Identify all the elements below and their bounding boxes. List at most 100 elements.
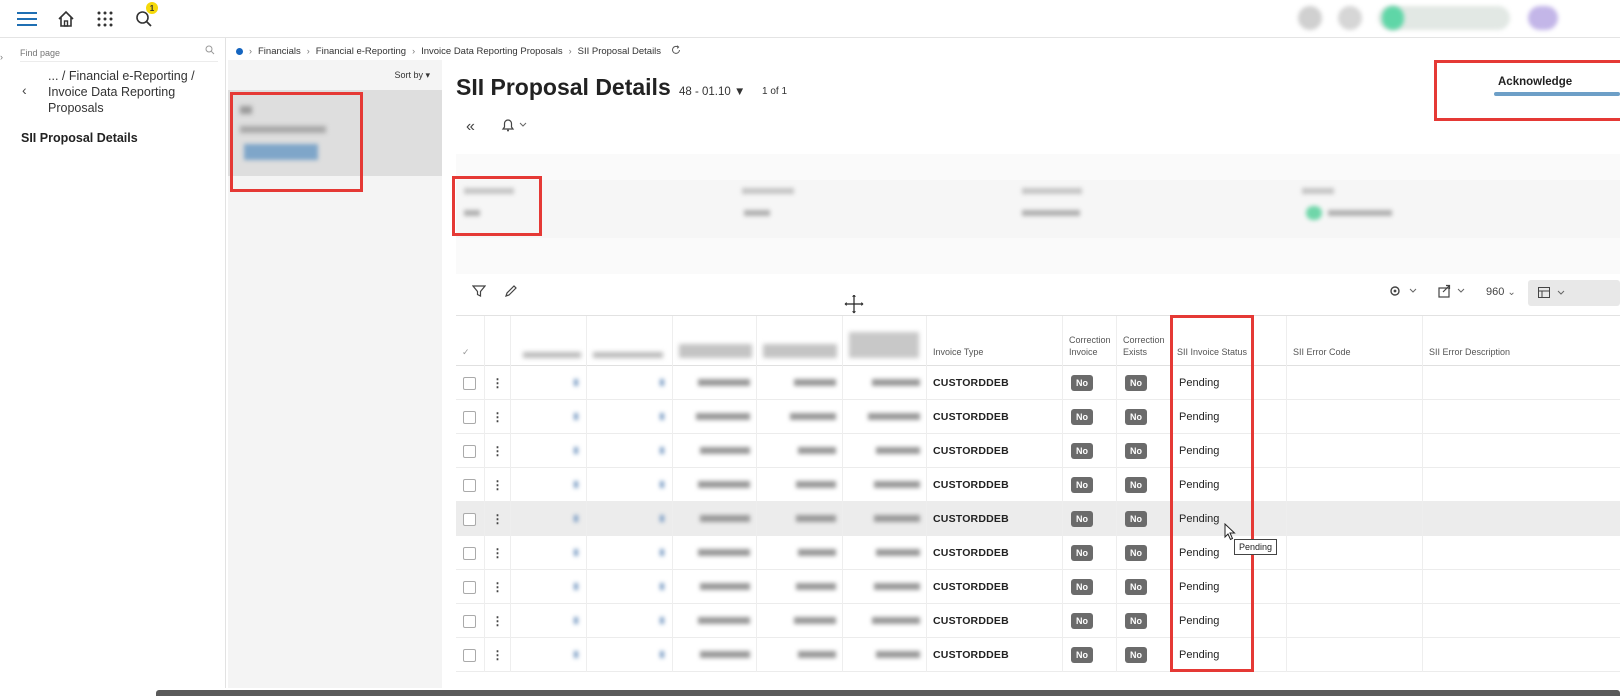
user-avatar[interactable]: [1528, 6, 1558, 30]
collapse-panel-icon[interactable]: «: [466, 118, 475, 136]
apps-grid-icon[interactable]: [94, 8, 116, 30]
page-title: SII Proposal Details: [456, 74, 671, 100]
invoice-type-value: CUSTORDDEB: [933, 411, 1009, 423]
table-row[interactable]: ⋮ CUSTORDDEB No No Pending: [456, 434, 1620, 468]
breadcrumb-invoice-data-reporting[interactable]: Invoice Data Reporting Proposals: [421, 46, 563, 57]
copy-icon[interactable]: [1338, 6, 1362, 30]
row-checkbox[interactable]: [463, 512, 476, 526]
row-actions-cell: ⋮: [484, 502, 510, 536]
invoice-type-value: CUSTORDDEB: [933, 445, 1009, 457]
blurred-cell: [510, 536, 586, 570]
correction-invoice-cell: No: [1062, 638, 1116, 672]
filter-icon[interactable]: [471, 284, 487, 301]
row-checkbox[interactable]: [463, 614, 476, 628]
table-row[interactable]: ⋮ CUSTORDDEB No No Pending: [456, 468, 1620, 502]
row-menu-icon[interactable]: ⋮: [485, 648, 510, 662]
edit-icon[interactable]: [504, 284, 518, 301]
table-row[interactable]: ⋮ CUSTORDDEB No No Pending: [456, 502, 1620, 536]
row-checkbox-cell: [456, 434, 484, 468]
correction-exists-badge: No: [1125, 613, 1147, 629]
correction-exists-badge: No: [1125, 409, 1147, 425]
row-checkbox-cell: [456, 604, 484, 638]
select-all-checkbox[interactable]: ✓: [456, 316, 484, 366]
column-header-sii-error-code[interactable]: SII Error Code: [1286, 316, 1422, 366]
blurred-cell: [756, 570, 842, 604]
search-icon[interactable]: [205, 45, 215, 58]
user-action-icon[interactable]: [1298, 6, 1322, 30]
table-row[interactable]: ⋮ CUSTORDDEB No No Pending: [456, 638, 1620, 672]
table-row[interactable]: ⋮ CUSTORDDEB No No Pending: [456, 570, 1620, 604]
blurred-column-header[interactable]: [586, 316, 672, 366]
page-size-selector[interactable]: 960 ⌄: [1486, 286, 1516, 298]
breadcrumb: › Financials › Financial e-Reporting › I…: [236, 44, 681, 58]
correction-exists-badge: No: [1125, 375, 1147, 391]
correction-exists-cell: No: [1116, 570, 1170, 604]
record-selector[interactable]: 48 - 01.10 ▼: [679, 86, 745, 98]
sii-error-code-cell: [1286, 400, 1422, 434]
menu-icon[interactable]: [16, 8, 38, 30]
chevron-down-icon: ⌄: [1507, 287, 1516, 298]
field-value: [744, 210, 770, 216]
sii-error-code-cell: [1286, 604, 1422, 638]
row-checkbox[interactable]: [463, 478, 476, 492]
row-menu-icon[interactable]: ⋮: [485, 512, 510, 526]
invoice-type-value: CUSTORDDEB: [933, 649, 1009, 661]
breadcrumb-financials[interactable]: Financials: [258, 46, 301, 57]
table-row[interactable]: ⋮ CUSTORDDEB No No Pending: [456, 604, 1620, 638]
row-menu-icon[interactable]: ⋮: [485, 376, 510, 390]
row-checkbox-cell: [456, 638, 484, 672]
notification-bell-icon[interactable]: [500, 118, 530, 135]
horizontal-scrollbar[interactable]: [156, 690, 1620, 696]
row-checkbox[interactable]: [463, 444, 476, 458]
sort-by-dropdown[interactable]: Sort by ▾: [394, 70, 430, 81]
row-checkbox-cell: [456, 536, 484, 570]
row-menu-icon[interactable]: ⋮: [485, 614, 510, 628]
table-view-button[interactable]: [1528, 280, 1620, 306]
invoice-table: ✓ Invoice Type Correction Invoice Correc…: [456, 315, 1620, 672]
blurred-cell: [842, 400, 926, 434]
blurred-column-header[interactable]: [756, 316, 842, 366]
nav-current-page[interactable]: SII Proposal Details: [21, 131, 138, 145]
blurred-cell: [672, 502, 756, 536]
blurred-column-header[interactable]: [510, 316, 586, 366]
row-menu-icon[interactable]: ⋮: [485, 444, 510, 458]
back-icon[interactable]: ‹: [22, 82, 27, 98]
row-checkbox[interactable]: [463, 580, 476, 594]
row-menu-icon[interactable]: ⋮: [485, 580, 510, 594]
blurred-column-header[interactable]: [672, 316, 756, 366]
blurred-column-header[interactable]: [842, 316, 926, 366]
breadcrumb-financial-e-reporting[interactable]: Financial e-Reporting: [316, 46, 406, 57]
chevron-right-icon[interactable]: ›: [0, 52, 3, 62]
export-icon[interactable]: [1438, 284, 1468, 301]
column-header-correction-exists[interactable]: Correction Exists: [1116, 316, 1170, 366]
correction-invoice-cell: No: [1062, 604, 1116, 638]
navigation-path[interactable]: ... / Financial e-Reporting / Invoice Da…: [48, 68, 218, 116]
blurred-cell: [672, 604, 756, 638]
column-header-correction-invoice[interactable]: Correction Invoice: [1062, 316, 1116, 366]
invoice-type-cell: CUSTORDDEB: [926, 434, 1062, 468]
invoice-type-value: CUSTORDDEB: [933, 513, 1009, 525]
blurred-cell: [756, 366, 842, 400]
row-checkbox[interactable]: [463, 648, 476, 662]
column-header-invoice-type[interactable]: Invoice Type: [926, 316, 1062, 366]
table-row[interactable]: ⋮ CUSTORDDEB No No Pending: [456, 366, 1620, 400]
blurred-cell: [842, 468, 926, 502]
row-checkbox[interactable]: [463, 546, 476, 560]
column-header-sii-error-description[interactable]: SII Error Description: [1422, 316, 1620, 366]
refresh-icon[interactable]: [671, 44, 681, 58]
row-checkbox[interactable]: [463, 410, 476, 424]
table-row[interactable]: ⋮ CUSTORDDEB No No Pending: [456, 536, 1620, 570]
row-actions-cell: ⋮: [484, 366, 510, 400]
correction-invoice-cell: No: [1062, 570, 1116, 604]
row-menu-icon[interactable]: ⋮: [485, 410, 510, 424]
table-row[interactable]: ⋮ CUSTORDDEB No No Pending: [456, 400, 1620, 434]
home-icon[interactable]: [55, 8, 77, 30]
find-page-input[interactable]: [20, 44, 218, 62]
field-label: [1022, 188, 1082, 194]
row-checkbox[interactable]: [463, 376, 476, 390]
row-menu-icon[interactable]: ⋮: [485, 546, 510, 560]
breadcrumb-sii-proposal-details[interactable]: SII Proposal Details: [578, 46, 661, 57]
row-menu-icon[interactable]: ⋮: [485, 478, 510, 492]
row-actions-cell: ⋮: [484, 570, 510, 604]
settings-gear-icon[interactable]: [1388, 284, 1418, 301]
